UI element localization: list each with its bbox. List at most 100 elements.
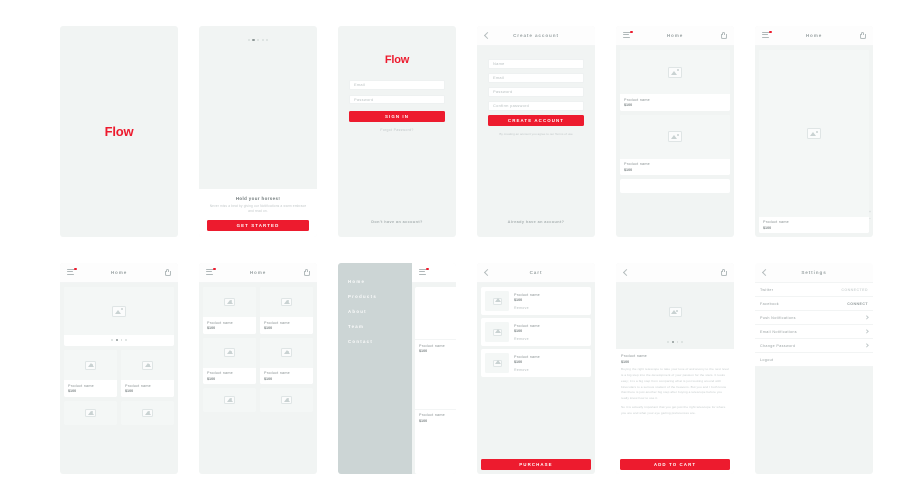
screen-create-account[interactable]: Create account Name Email Password Confi… <box>477 26 595 237</box>
get-started-button[interactable]: GET STARTED <box>207 220 309 231</box>
password-field[interactable]: Password <box>488 87 584 97</box>
product-card[interactable]: Product name $100 <box>260 287 313 334</box>
settings-row-logout[interactable]: Logout <box>755 353 873 367</box>
product-image <box>121 400 174 425</box>
product-card[interactable] <box>260 388 313 412</box>
onboarding-pager[interactable] <box>199 26 317 42</box>
pager-dot[interactable] <box>257 39 260 42</box>
cart-item-row[interactable]: Product name $100 Remove <box>481 318 591 346</box>
hero-carousel[interactable] <box>64 287 174 347</box>
pager-dot-active[interactable] <box>252 39 255 42</box>
setting-value[interactable]: CONNECTED <box>841 288 868 292</box>
screen-product-detail[interactable]: Product name $100 Buying the right teles… <box>616 263 734 474</box>
email-field[interactable]: Email <box>349 80 445 90</box>
pager-dot[interactable] <box>247 39 250 42</box>
product-name: Product name <box>624 97 650 102</box>
product-card[interactable]: Product name $100 <box>620 114 730 175</box>
product-card[interactable]: Product name $100 <box>203 287 256 334</box>
settings-row-email-notifications[interactable]: Email Notifications <box>755 325 873 339</box>
carousel-dot-active[interactable] <box>671 341 674 344</box>
carousel-dot[interactable] <box>667 341 669 344</box>
screen-home-hero-grid[interactable]: Home Product name $100 Product name $100 <box>60 263 178 474</box>
confirm-password-field[interactable]: Confirm password <box>488 101 584 111</box>
screen-settings[interactable]: Settings Twitter CONNECTED Facebook CONN… <box>755 263 873 474</box>
product-name: Product name <box>207 371 233 375</box>
stepper-increment[interactable]: + <box>869 210 871 214</box>
peek-header <box>412 263 456 283</box>
pager-dot[interactable] <box>266 39 269 42</box>
carousel-dot-active[interactable] <box>115 339 118 342</box>
cart-icon[interactable] <box>720 268 728 277</box>
screen-onboarding[interactable]: Hold your horses! Never miss a beat by g… <box>199 26 317 237</box>
cart-icon[interactable] <box>720 31 728 40</box>
product-card[interactable]: Product name $100 <box>121 350 174 397</box>
product-name: Product name <box>419 413 445 417</box>
product-price: $100 <box>419 418 428 423</box>
product-card[interactable] <box>203 388 256 412</box>
password-field[interactable]: Password <box>349 94 445 104</box>
cart-icon[interactable] <box>303 268 311 277</box>
pager-dot[interactable] <box>261 39 264 42</box>
product-card[interactable]: Product name $100 <box>620 50 730 111</box>
remove-link[interactable]: Remove <box>514 306 587 310</box>
setting-label: Push Notifications <box>760 315 796 320</box>
product-image-carousel[interactable] <box>616 283 734 341</box>
remove-link[interactable]: Remove <box>514 368 587 372</box>
stepper-decrement[interactable]: − <box>869 217 871 221</box>
product-card[interactable]: Product name $100 <box>64 350 117 397</box>
quantity-stepper[interactable]: + − <box>869 210 871 221</box>
create-account-button[interactable]: CREATE ACCOUNT <box>488 115 584 126</box>
purchase-button[interactable]: PURCHASE <box>481 459 591 470</box>
screen-home-single[interactable]: Home Product name $100 + − <box>755 26 873 237</box>
product-card[interactable]: Product name $100 <box>260 337 313 384</box>
carousel-dot[interactable] <box>681 341 683 344</box>
drawer-item-about[interactable]: About <box>348 309 412 314</box>
settings-row-facebook[interactable]: Facebook CONNECT <box>755 297 873 311</box>
settings-row-change-password[interactable]: Change Password <box>755 339 873 353</box>
screen-drawer-menu[interactable]: Home Products About Team Contact Product… <box>338 263 456 474</box>
cart-icon[interactable] <box>859 31 867 40</box>
settings-row-twitter[interactable]: Twitter CONNECTED <box>755 283 873 297</box>
drawer-peek-content[interactable]: Product name $100 Product name $100 <box>412 263 456 474</box>
forgot-password-link[interactable]: Forgot Password? <box>380 128 413 132</box>
product-card-large[interactable]: Product name $100 <box>759 50 869 233</box>
login-link[interactable]: Already have an account? <box>508 220 565 224</box>
cart-icon[interactable] <box>164 268 172 277</box>
featured-product-area: Product name $100 + − <box>755 46 873 237</box>
carousel-dots[interactable] <box>64 335 174 346</box>
screen-cart[interactable]: Cart Product name $100 Remove Product na… <box>477 263 595 474</box>
screen-splash[interactable]: Flow <box>60 26 178 237</box>
carousel-dots[interactable] <box>616 341 734 349</box>
product-card[interactable] <box>64 400 117 425</box>
product-card[interactable]: Product name $100 <box>203 337 256 384</box>
cart-item-row[interactable]: Product name $100 Remove <box>481 349 591 377</box>
email-field[interactable]: Email <box>488 73 584 83</box>
carousel-dot[interactable] <box>111 339 113 342</box>
drawer-item-team[interactable]: Team <box>348 324 412 329</box>
product-card[interactable] <box>121 400 174 425</box>
drawer-item-products[interactable]: Products <box>348 294 412 299</box>
carousel-dot[interactable] <box>125 339 127 342</box>
screen-home-grid[interactable]: Home Product name $100 Product name $100… <box>199 263 317 474</box>
screen-login[interactable]: Flow Email Password SIGN IN Forgot Passw… <box>338 26 456 237</box>
peek-product-card[interactable]: Product name $100 Product name $100 <box>415 287 456 474</box>
menu-icon[interactable] <box>419 267 429 276</box>
cart-items: Product name $100 Remove Product name $1… <box>477 283 595 474</box>
settings-row-push-notifications[interactable]: Push Notifications <box>755 311 873 325</box>
drawer-item-home[interactable]: Home <box>348 279 412 284</box>
setting-label: Change Password <box>760 343 796 348</box>
cart-item-row[interactable]: Product name $100 Remove <box>481 287 591 315</box>
pager-dots[interactable] <box>199 39 317 42</box>
carousel-dot[interactable] <box>120 339 123 342</box>
product-card[interactable] <box>620 179 730 193</box>
sign-in-button[interactable]: SIGN IN <box>349 111 445 122</box>
back-icon[interactable] <box>622 268 631 277</box>
screen-home-list[interactable]: Home Product name $100 Product name $100 <box>616 26 734 237</box>
add-to-cart-button[interactable]: ADD TO CART <box>620 459 730 470</box>
carousel-dot[interactable] <box>676 341 679 344</box>
signup-link[interactable]: Don't have an account? <box>371 220 422 224</box>
remove-link[interactable]: Remove <box>514 337 587 341</box>
name-field[interactable]: Name <box>488 59 584 69</box>
drawer-item-contact[interactable]: Contact <box>348 339 412 344</box>
setting-value[interactable]: CONNECT <box>847 302 868 306</box>
